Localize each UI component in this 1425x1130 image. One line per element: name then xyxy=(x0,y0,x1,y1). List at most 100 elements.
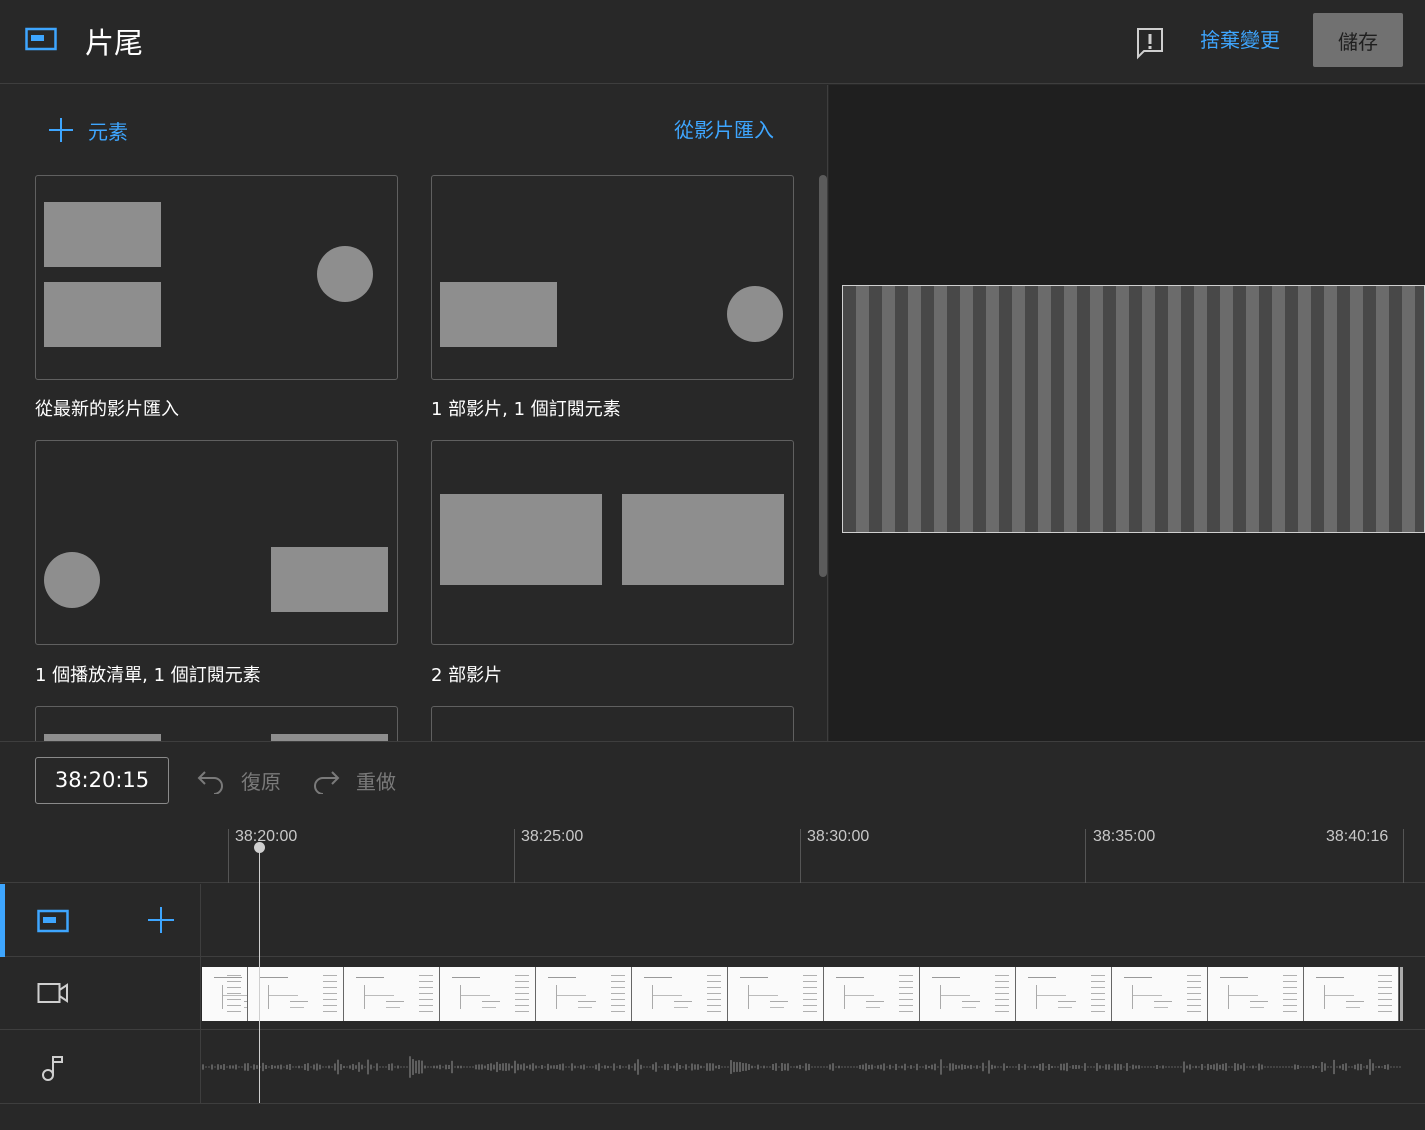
waveform-bar xyxy=(865,1063,867,1071)
waveform-bar xyxy=(868,1064,870,1070)
waveform-bar xyxy=(820,1066,822,1068)
template-card-1-video-1-subscribe[interactable] xyxy=(431,175,794,380)
waveform-bar xyxy=(352,1063,354,1071)
template-card-2-videos[interactable] xyxy=(431,440,794,645)
waveform-bar xyxy=(1060,1063,1062,1071)
video-thumbnails[interactable] xyxy=(202,967,1403,1021)
waveform-bar xyxy=(718,1064,720,1070)
import-from-video-link[interactable]: 從影片匯入 xyxy=(674,115,774,145)
waveform-bar xyxy=(589,1066,591,1068)
subscribe-element-placeholder xyxy=(44,552,100,608)
waveform-bar xyxy=(1393,1066,1395,1068)
waveform-bar xyxy=(511,1065,513,1069)
waveform-bar xyxy=(595,1064,597,1070)
waveform-bar xyxy=(298,1065,300,1069)
waveform-bar xyxy=(223,1064,225,1070)
waveform-bar xyxy=(925,1064,927,1070)
waveform-bar xyxy=(265,1065,267,1069)
waveform-bar xyxy=(1264,1066,1266,1068)
add-element-button[interactable]: 元素 xyxy=(48,115,128,145)
waveform-bar xyxy=(1057,1066,1059,1068)
waveform-bar xyxy=(919,1066,921,1068)
playhead[interactable] xyxy=(259,847,260,1103)
subscribe-element-placeholder xyxy=(727,286,783,342)
ruler-tick-label: 38:25:00 xyxy=(521,828,584,845)
waveform-bar xyxy=(499,1063,501,1071)
waveform-bar xyxy=(205,1066,207,1068)
save-button[interactable]: 儲存 xyxy=(1313,13,1403,67)
endscreen-track-header xyxy=(0,884,201,956)
timecode-input[interactable]: 38:20:15 xyxy=(35,757,169,804)
waveform-bar xyxy=(652,1064,654,1070)
template-card[interactable] xyxy=(35,706,398,741)
waveform-bar xyxy=(862,1064,864,1070)
waveform-bar xyxy=(1342,1064,1344,1070)
waveform-bar xyxy=(1306,1066,1308,1068)
video-thumbnail xyxy=(728,967,824,1021)
waveform-bar xyxy=(1261,1064,1263,1070)
waveform-bar xyxy=(256,1065,258,1069)
waveform-bar xyxy=(1363,1066,1365,1068)
waveform-bar xyxy=(859,1065,861,1069)
template-card-latest-video[interactable] xyxy=(35,175,398,380)
waveform-bar xyxy=(472,1066,474,1068)
waveform-bar xyxy=(340,1064,342,1070)
waveform-bar xyxy=(487,1064,489,1070)
undo-button[interactable]: 復原 xyxy=(196,766,281,795)
waveform-bar xyxy=(1018,1063,1020,1071)
redo-button[interactable]: 重做 xyxy=(311,766,396,795)
waveform-bar xyxy=(1219,1064,1221,1070)
waveform-bar xyxy=(517,1063,519,1071)
video-thumbnail xyxy=(202,967,248,1021)
waveform-bar xyxy=(1303,1066,1305,1068)
waveform-bar xyxy=(460,1065,462,1069)
timeline-ruler[interactable]: 38:20:00 38:25:00 38:30:00 38:35:00 38:4… xyxy=(0,819,1425,883)
waveform-bar xyxy=(1345,1063,1347,1071)
waveform-bar xyxy=(1171,1066,1173,1068)
feedback-icon[interactable] xyxy=(1136,26,1164,60)
waveform-bar xyxy=(844,1066,846,1068)
waveform-bar xyxy=(793,1066,795,1068)
waveform-bar xyxy=(592,1066,594,1068)
waveform-bar xyxy=(1099,1065,1101,1069)
audio-track xyxy=(0,1030,1425,1104)
waveform-bar xyxy=(601,1066,603,1068)
waveform-bar xyxy=(277,1065,279,1069)
waveform-bar xyxy=(664,1064,666,1070)
panel-scrollbar[interactable] xyxy=(819,175,827,577)
waveform-bar xyxy=(1237,1063,1239,1071)
video-thumbnail xyxy=(920,967,1016,1021)
waveform-bar xyxy=(244,1063,246,1071)
waveform-bar xyxy=(325,1066,327,1068)
playhead-handle[interactable] xyxy=(254,842,265,853)
waveform-bar xyxy=(1108,1064,1110,1070)
waveform-bar xyxy=(634,1063,636,1071)
plus-icon[interactable] xyxy=(147,906,175,934)
waveform-bar xyxy=(220,1065,222,1069)
waveform-bar xyxy=(598,1063,600,1071)
waveform-bar xyxy=(217,1064,219,1070)
waveform-bar xyxy=(817,1066,819,1068)
waveform-bar xyxy=(577,1066,579,1068)
waveform-bar xyxy=(1159,1066,1161,1068)
waveform-bar xyxy=(757,1064,759,1070)
template-card-1-playlist-1-subscribe[interactable] xyxy=(35,440,398,645)
waveform-bar xyxy=(1372,1063,1374,1071)
waveform-bar xyxy=(676,1063,678,1071)
template-card[interactable] xyxy=(431,706,794,741)
waveform-bar xyxy=(214,1066,216,1068)
endscreen-track xyxy=(0,884,1425,957)
waveform-bar xyxy=(1351,1066,1353,1068)
waveform-bar xyxy=(805,1063,807,1071)
ruler-tick xyxy=(514,829,515,883)
video-thumbnail xyxy=(1112,967,1208,1021)
video-camera-icon xyxy=(37,983,68,1003)
discard-changes-button[interactable]: 捨棄變更 xyxy=(1190,22,1290,58)
waveform-bar xyxy=(1135,1065,1137,1069)
waveform-bar xyxy=(616,1066,618,1068)
waveform-bar xyxy=(505,1063,507,1071)
waveform-bar xyxy=(814,1066,816,1068)
waveform-bar xyxy=(247,1063,249,1071)
waveform-bar xyxy=(283,1066,285,1068)
waveform-bar xyxy=(1213,1064,1215,1070)
